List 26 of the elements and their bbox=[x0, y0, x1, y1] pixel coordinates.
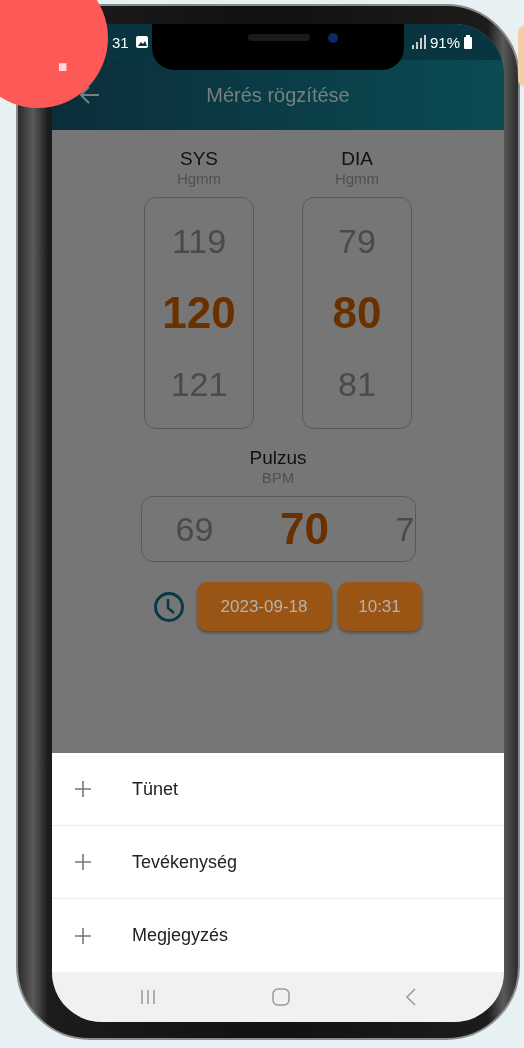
battery-level: 91% bbox=[429, 33, 460, 51]
battery-icon bbox=[464, 35, 472, 49]
clock-icon bbox=[152, 590, 185, 623]
picker-value: 70 bbox=[279, 504, 329, 554]
plus-icon[interactable] bbox=[75, 927, 91, 944]
home-icon[interactable] bbox=[272, 988, 290, 1006]
value-label: DIA bbox=[341, 148, 373, 170]
picker-value: 120 bbox=[162, 288, 236, 338]
plus-icon[interactable] bbox=[75, 781, 91, 797]
value-label: Pulzus bbox=[249, 447, 307, 469]
sheet-item-label[interactable]: Tevékenység bbox=[132, 851, 238, 873]
image-icon bbox=[134, 35, 149, 49]
date-button[interactable]: 2023-09-18 bbox=[196, 582, 332, 631]
value-label: SYS bbox=[180, 148, 218, 170]
back-arrow-icon[interactable] bbox=[80, 86, 100, 104]
time-button[interactable]: 10:31 bbox=[337, 582, 422, 631]
sheet-item-label[interactable]: Megjegyzés bbox=[132, 925, 229, 946]
background-shape bbox=[518, 26, 524, 86]
screen-title: Mérés rögzítése bbox=[206, 83, 350, 107]
plus-icon[interactable] bbox=[75, 854, 91, 870]
recent-apps-icon[interactable] bbox=[139, 989, 158, 1005]
status-time: 31 bbox=[112, 33, 129, 51]
step-badge: . bbox=[0, 0, 108, 108]
back-icon[interactable] bbox=[404, 988, 417, 1006]
picker-value: 80 bbox=[332, 288, 382, 338]
sheet-item-label[interactable]: Tünet bbox=[132, 778, 179, 800]
